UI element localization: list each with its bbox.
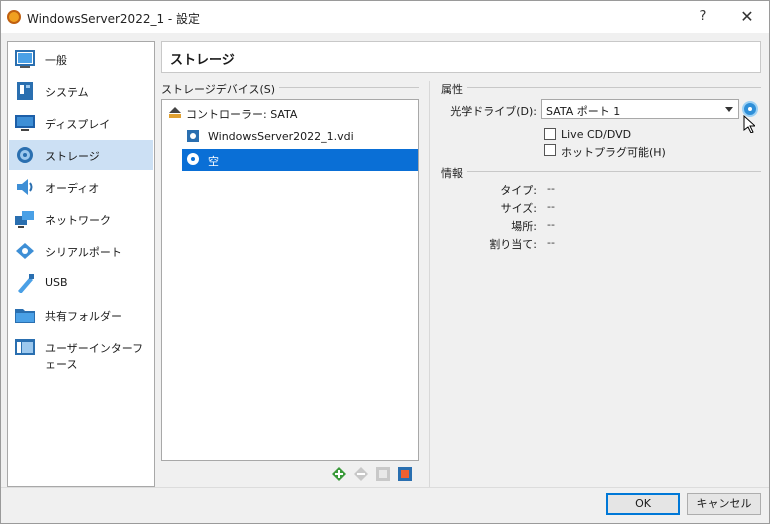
info-attached-label: 割り当て: [489, 238, 537, 251]
sidebar-item-label: ネットワーク [45, 214, 111, 227]
chevron-down-icon [725, 107, 733, 112]
close-button[interactable]: ✕ [725, 1, 769, 33]
user-interface-icon [15, 339, 35, 355]
sidebar-item-label: シリアルポート [45, 246, 122, 259]
remove-controller-icon[interactable] [353, 466, 369, 482]
info-attached-value: -- [547, 236, 555, 249]
tree-row-optical-empty[interactable]: 空 [182, 149, 418, 171]
controller-icon [169, 107, 181, 118]
sidebar-item-display[interactable]: ディスプレイ [9, 108, 153, 138]
sidebar-item-label: ストレージ [45, 150, 100, 163]
footer-divider [1, 487, 769, 488]
settings-window: WindowsServer2022_1 - 設定 ? ✕ 一般 システム ディス… [0, 0, 770, 524]
title-bar: WindowsServer2022_1 - 設定 ? ✕ [1, 1, 769, 33]
information-group-title: 情報 [441, 165, 467, 181]
tree-row-label: コントローラー: SATA [186, 108, 298, 121]
system-icon [17, 82, 33, 100]
info-location-label: 場所: [511, 220, 537, 233]
sidebar-item-user-interface[interactable]: ユーザーインターフェース [9, 332, 153, 371]
cancel-button[interactable]: キャンセル [687, 493, 761, 515]
usb-icon [18, 274, 34, 293]
virtualbox-app-icon [7, 10, 21, 24]
info-size-label: サイズ: [500, 202, 537, 215]
optical-disc-icon [187, 153, 199, 165]
tree-row-label: 空 [208, 155, 219, 168]
sidebar-item-network[interactable]: ネットワーク [9, 204, 153, 234]
sidebar-item-label: 一般 [45, 54, 67, 67]
remove-attachment-icon[interactable] [397, 466, 413, 482]
tree-row-controller[interactable]: コントローラー: SATA [162, 102, 418, 124]
display-icon [15, 115, 35, 131]
audio-icon [17, 179, 33, 195]
sidebar-item-general[interactable]: 一般 [9, 44, 153, 74]
add-controller-icon[interactable] [331, 466, 347, 482]
ok-button[interactable]: OK [606, 493, 680, 515]
mouse-cursor-icon [743, 115, 755, 133]
sidebar-item-serial-port[interactable]: シリアルポート [9, 236, 153, 266]
sidebar-item-label: システム [45, 86, 89, 99]
general-icon [15, 50, 35, 68]
hard-disk-icon [187, 130, 199, 142]
add-attachment-icon[interactable] [375, 466, 391, 482]
sidebar-item-label: 共有フォルダー [45, 310, 122, 323]
info-size-value: -- [547, 200, 555, 213]
storage-icon [17, 147, 33, 163]
hotplug-label: ホットプラグ可能(H) [561, 146, 666, 159]
info-location-value: -- [547, 218, 555, 231]
live-cd-label: Live CD/DVD [561, 128, 632, 141]
sidebar-item-shared-folder[interactable]: 共有フォルダー [9, 300, 153, 330]
sidebar-item-usb[interactable]: USB [9, 268, 153, 298]
sidebar-item-label: オーディオ [45, 182, 100, 195]
sidebar-item-label: ディスプレイ [45, 118, 111, 131]
live-cd-checkbox[interactable] [544, 128, 556, 140]
network-icon [15, 211, 34, 228]
panel-divider [429, 81, 430, 487]
tree-row-label: WindowsServer2022_1.vdi [208, 130, 354, 143]
serial-port-icon [16, 243, 34, 259]
page-title: ストレージ [170, 53, 235, 68]
sidebar-item-label: ユーザーインターフェース [45, 342, 144, 371]
help-button[interactable]: ? [681, 1, 725, 33]
group-divider [441, 171, 761, 172]
sidebar-item-audio[interactable]: オーディオ [9, 172, 153, 202]
info-type-label: タイプ: [500, 184, 537, 197]
tree-row-hard-disk[interactable]: WindowsServer2022_1.vdi [162, 126, 418, 148]
info-type-value: -- [547, 182, 555, 195]
optical-drive-label: 光学ドライブ(D): [450, 105, 537, 118]
optical-drive-value: SATA ポート 1 [546, 105, 621, 118]
window-title: WindowsServer2022_1 - 設定 [27, 12, 201, 26]
attributes-group-title: 属性 [441, 81, 467, 97]
sidebar-item-system[interactable]: システム [9, 76, 153, 106]
optical-drive-select[interactable]: SATA ポート 1 [541, 99, 739, 119]
storage-devices-group-title: ストレージデバイス(S) [161, 81, 280, 97]
group-divider [441, 87, 761, 88]
settings-sidebar: 一般 システム ディスプレイ ストレージ オーディオ ネットワーク シリアルポー… [7, 41, 155, 487]
shared-folder-icon [15, 309, 35, 323]
hotplug-checkbox[interactable] [544, 144, 556, 156]
sidebar-item-label: USB [45, 276, 68, 289]
sidebar-item-storage[interactable]: ストレージ [9, 140, 153, 170]
storage-tree[interactable]: コントローラー: SATA WindowsServer2022_1.vdi 空 [161, 99, 419, 461]
page-header: ストレージ [161, 41, 761, 73]
